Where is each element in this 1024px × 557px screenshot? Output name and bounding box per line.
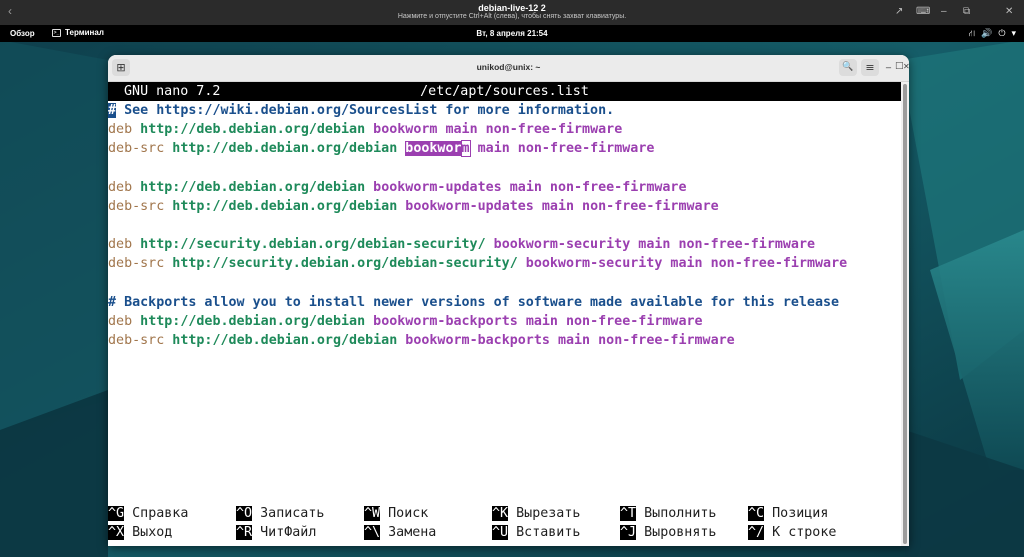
shortcut-write-out[interactable]: ^O Записать bbox=[236, 504, 324, 523]
selected-text: bookwor bbox=[405, 141, 462, 156]
line-suite: bookworm-backports bbox=[373, 314, 518, 329]
line-suite: bookworm bbox=[373, 122, 438, 137]
terminal-window[interactable]: ⊞ unikod@unix: ~ 🔍 ≡ _ □ ✕ GNU nano 7.2 … bbox=[108, 55, 909, 546]
line-suite: bookworm-updates bbox=[405, 199, 534, 214]
line-url: http://deb.debian.org/debian bbox=[140, 314, 366, 329]
restore-icon[interactable]: ⧉ bbox=[963, 6, 970, 17]
file-line[interactable]: deb http://deb.debian.org/debian bookwor… bbox=[108, 178, 687, 197]
line-components: main non-free-firmware bbox=[638, 237, 816, 252]
file-line[interactable]: deb http://deb.debian.org/debian bookwor… bbox=[108, 120, 622, 139]
shortcut-exit[interactable]: ^X Выход bbox=[108, 523, 172, 542]
nano-filename: /etc/apt/sources.list bbox=[420, 84, 589, 99]
system-tray[interactable]: ⛙ 🔊 ⏻ ▾ bbox=[969, 28, 1016, 40]
vm-viewer-header: ‹ debian-live-12 2 Нажмите и отпустите C… bbox=[0, 0, 1024, 25]
line-suite: bookworm-updates bbox=[373, 180, 502, 195]
line-components: main non-free-firmware bbox=[525, 314, 703, 329]
gnome-top-bar: Обзор >_ Терминал Вт, 8 апреля 21:54 ⛙ 🔊… bbox=[0, 25, 1024, 42]
menu-button[interactable]: ≡ bbox=[861, 59, 879, 76]
file-line[interactable]: deb http://security.debian.org/debian-se… bbox=[108, 235, 815, 254]
nano-header-bar: GNU nano 7.2 /etc/apt/sources.list bbox=[108, 82, 901, 101]
close-icon[interactable]: ✕ bbox=[1005, 6, 1013, 17]
line-type: deb bbox=[108, 237, 133, 252]
file-line[interactable]: # Backports allow you to install newer v… bbox=[108, 293, 839, 312]
clock[interactable]: Вт, 8 апреля 21:54 bbox=[0, 29, 1024, 38]
line-url: http://security.debian.org/debian-securi… bbox=[140, 237, 486, 252]
file-line[interactable]: deb-src http://security.debian.org/debia… bbox=[108, 254, 847, 273]
line-url: http://deb.debian.org/debian bbox=[172, 199, 398, 214]
minimize-button[interactable]: _ bbox=[886, 58, 891, 69]
shortcut-execute[interactable]: ^T Выполнить bbox=[620, 504, 716, 523]
line-type: deb bbox=[108, 122, 133, 137]
terminal-scrollbar[interactable] bbox=[901, 82, 909, 546]
shortcut-location[interactable]: ^C Позиция bbox=[748, 504, 828, 523]
line-suite: bookworm-backports bbox=[405, 333, 550, 348]
shortcut-help[interactable]: ^G Справка bbox=[108, 504, 188, 523]
line-type: deb-src bbox=[108, 199, 165, 214]
volume-icon: 🔊 bbox=[981, 28, 993, 38]
line-type: deb-src bbox=[108, 141, 165, 156]
close-button[interactable]: ✕ bbox=[903, 62, 909, 71]
line-components: main non-free-firmware bbox=[541, 199, 719, 214]
file-line[interactable]: deb-src http://deb.debian.org/debian boo… bbox=[108, 139, 654, 158]
line-url: http://deb.debian.org/debian bbox=[140, 122, 366, 137]
shortcut-read-file[interactable]: ^R ЧитФайл bbox=[236, 523, 316, 542]
scrollbar-thumb[interactable] bbox=[903, 84, 907, 544]
keyboard-icon[interactable]: ⌨ bbox=[916, 6, 930, 17]
line-type: deb-src bbox=[108, 256, 165, 271]
shortcut-where-is[interactable]: ^W Поиск bbox=[364, 504, 428, 523]
text-cursor: # bbox=[108, 103, 117, 118]
shortcut-bar-row-1: ^G Справка ^O Записать ^W Поиск ^K Вырез… bbox=[108, 504, 828, 523]
shortcut-replace[interactable]: ^\ Замена bbox=[364, 523, 436, 542]
line-components: main non-free-firmware bbox=[670, 256, 848, 271]
file-line[interactable]: deb-src http://deb.debian.org/debian boo… bbox=[108, 331, 735, 350]
line-suite: bookworm-security bbox=[525, 256, 663, 271]
cursor-char: m bbox=[460, 140, 471, 157]
terminal-titlebar[interactable]: ⊞ unikod@unix: ~ 🔍 ≡ _ □ ✕ bbox=[108, 55, 909, 82]
line-components: main non-free-firmware bbox=[477, 141, 655, 156]
window-title: unikod@unix: ~ bbox=[476, 62, 541, 72]
shortcut-justify[interactable]: ^J Выровнять bbox=[620, 523, 716, 542]
comment-text: See https://wiki.debian.org/SourcesList … bbox=[116, 103, 615, 118]
line-type: deb bbox=[108, 314, 133, 329]
search-button[interactable]: 🔍 bbox=[839, 59, 857, 76]
shortcut-cut[interactable]: ^K Вырезать bbox=[492, 504, 580, 523]
minimize-icon[interactable]: – bbox=[941, 6, 947, 17]
fullscreen-icon[interactable]: ↗ bbox=[895, 6, 903, 17]
comment-text: # Backports allow you to install newer v… bbox=[108, 295, 840, 310]
file-line[interactable]: deb-src http://deb.debian.org/debian boo… bbox=[108, 197, 719, 216]
vm-keyboard-grab-hint: Нажмите и отпустите Ctrl+Alt (слева), чт… bbox=[397, 13, 627, 20]
nano-editor[interactable]: GNU nano 7.2 /etc/apt/sources.list # See… bbox=[108, 82, 901, 546]
line-url: http://deb.debian.org/debian bbox=[172, 333, 398, 348]
line-url: http://deb.debian.org/debian bbox=[172, 141, 398, 156]
network-icon: ⛙ bbox=[968, 28, 976, 38]
line-components: main non-free-firmware bbox=[509, 180, 687, 195]
file-line[interactable]: # See https://wiki.debian.org/SourcesLis… bbox=[108, 101, 614, 120]
line-url: http://security.debian.org/debian-securi… bbox=[172, 256, 518, 271]
power-icon: ⏻ bbox=[998, 28, 1006, 38]
line-components: main non-free-firmware bbox=[557, 333, 735, 348]
line-type: deb-src bbox=[108, 333, 165, 348]
line-components: main non-free-firmware bbox=[445, 122, 623, 137]
file-line[interactable]: deb http://deb.debian.org/debian bookwor… bbox=[108, 312, 703, 331]
line-url: http://deb.debian.org/debian bbox=[140, 180, 366, 195]
line-type: deb bbox=[108, 180, 133, 195]
vm-title: debian-live-12 2 bbox=[478, 3, 546, 13]
chevron-down-icon: ▾ bbox=[1011, 28, 1016, 38]
shortcut-paste[interactable]: ^U Вставить bbox=[492, 523, 580, 542]
shortcut-bar-row-2: ^X Выход ^R ЧитФайл ^\ Замена ^U Вставит… bbox=[108, 523, 836, 542]
shortcut-go-to-line[interactable]: ^/ К строке bbox=[748, 523, 836, 542]
line-suite: bookworm-security bbox=[493, 237, 631, 252]
